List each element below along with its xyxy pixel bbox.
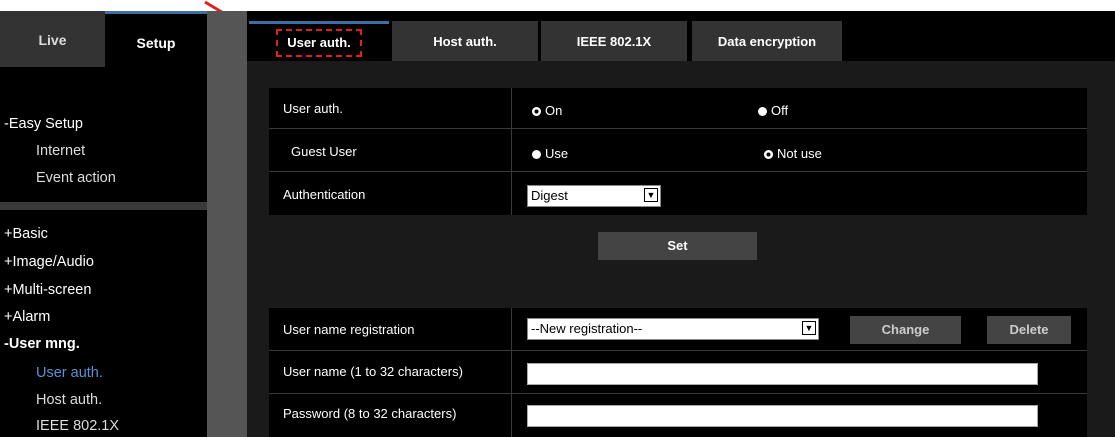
column-divider bbox=[511, 308, 512, 437]
nav-user-mng[interactable]: -User mng. bbox=[4, 336, 80, 352]
user-auth-off-label: Off bbox=[771, 103, 789, 118]
chevron-down-icon: ▼ bbox=[644, 188, 658, 202]
user-registration-label: User name registration bbox=[283, 322, 415, 337]
column-divider bbox=[511, 88, 512, 215]
tab-user-auth-label: User auth. bbox=[276, 29, 362, 57]
row-divider bbox=[269, 350, 1087, 351]
guest-user-label: Guest User bbox=[291, 144, 357, 159]
row-divider bbox=[269, 393, 1087, 394]
tab-live[interactable]: Live bbox=[0, 11, 105, 67]
radio-selected-icon bbox=[532, 107, 541, 116]
row-divider bbox=[269, 128, 1087, 129]
main-panel: User auth. Host auth. IEEE 802.1X Data e… bbox=[247, 11, 1115, 437]
nav-item-internet[interactable]: Internet bbox=[36, 143, 85, 159]
nav-item-host-auth[interactable]: Host auth. bbox=[36, 392, 102, 408]
authentication-value: Digest bbox=[531, 188, 568, 203]
user-registration-select[interactable]: --New registration-- ▼ bbox=[527, 318, 819, 340]
settings-table bbox=[269, 88, 1087, 215]
password-input[interactable] bbox=[527, 405, 1038, 427]
authentication-select[interactable]: Digest ▼ bbox=[527, 185, 661, 207]
nav-alarm[interactable]: +Alarm bbox=[4, 309, 50, 325]
delete-button[interactable]: Delete bbox=[987, 316, 1071, 344]
row-divider bbox=[269, 171, 1087, 172]
nav-item-event-action[interactable]: Event action bbox=[36, 170, 116, 186]
chevron-down-icon: ▼ bbox=[802, 321, 816, 335]
change-button[interactable]: Change bbox=[850, 316, 961, 344]
user-auth-label: User auth. bbox=[283, 101, 343, 116]
tab-ieee-8021x[interactable]: IEEE 802.1X bbox=[541, 21, 687, 61]
radio-unselected-icon bbox=[758, 107, 767, 116]
nav-easy-setup[interactable]: -Easy Setup bbox=[4, 116, 83, 132]
sidebar: Live Setup -Easy Setup Internet Event ac… bbox=[0, 11, 207, 437]
guest-user-not-use-label: Not use bbox=[777, 146, 822, 161]
guest-user-not-use-radio[interactable]: Not use bbox=[764, 146, 822, 161]
nav-multi-screen[interactable]: +Multi-screen bbox=[4, 282, 91, 298]
user-registration-value: --New registration-- bbox=[531, 321, 643, 336]
guest-user-use-label: Use bbox=[545, 146, 569, 161]
set-button[interactable]: Set bbox=[598, 232, 757, 260]
nav-basic[interactable]: +Basic bbox=[4, 226, 48, 242]
nav-image-audio[interactable]: +Image/Audio bbox=[4, 254, 94, 270]
tab-host-auth[interactable]: Host auth. bbox=[392, 21, 538, 61]
user-auth-off-radio[interactable]: Off bbox=[758, 103, 788, 118]
password-label: Password (8 to 32 characters) bbox=[283, 406, 457, 421]
nav-item-ieee-8021x[interactable]: IEEE 802.1X bbox=[36, 418, 119, 434]
tab-setup[interactable]: Setup bbox=[105, 11, 207, 67]
user-auth-on-radio[interactable]: On bbox=[532, 103, 562, 118]
authentication-label: Authentication bbox=[283, 187, 366, 202]
tab-bar: User auth. Host auth. IEEE 802.1X Data e… bbox=[247, 11, 1115, 61]
username-input[interactable] bbox=[527, 363, 1038, 385]
nav-divider bbox=[0, 202, 207, 210]
tab-user-auth[interactable]: User auth. bbox=[249, 21, 389, 61]
sidebar-gutter bbox=[207, 11, 247, 437]
tab-data-encryption[interactable]: Data encryption bbox=[692, 21, 842, 61]
guest-user-use-radio[interactable]: Use bbox=[532, 146, 568, 161]
radio-selected-icon bbox=[764, 150, 773, 159]
nav-item-user-auth[interactable]: User auth. bbox=[36, 365, 103, 381]
radio-unselected-icon bbox=[532, 150, 541, 159]
username-label: User name (1 to 32 characters) bbox=[283, 364, 463, 379]
user-auth-on-label: On bbox=[545, 103, 563, 118]
